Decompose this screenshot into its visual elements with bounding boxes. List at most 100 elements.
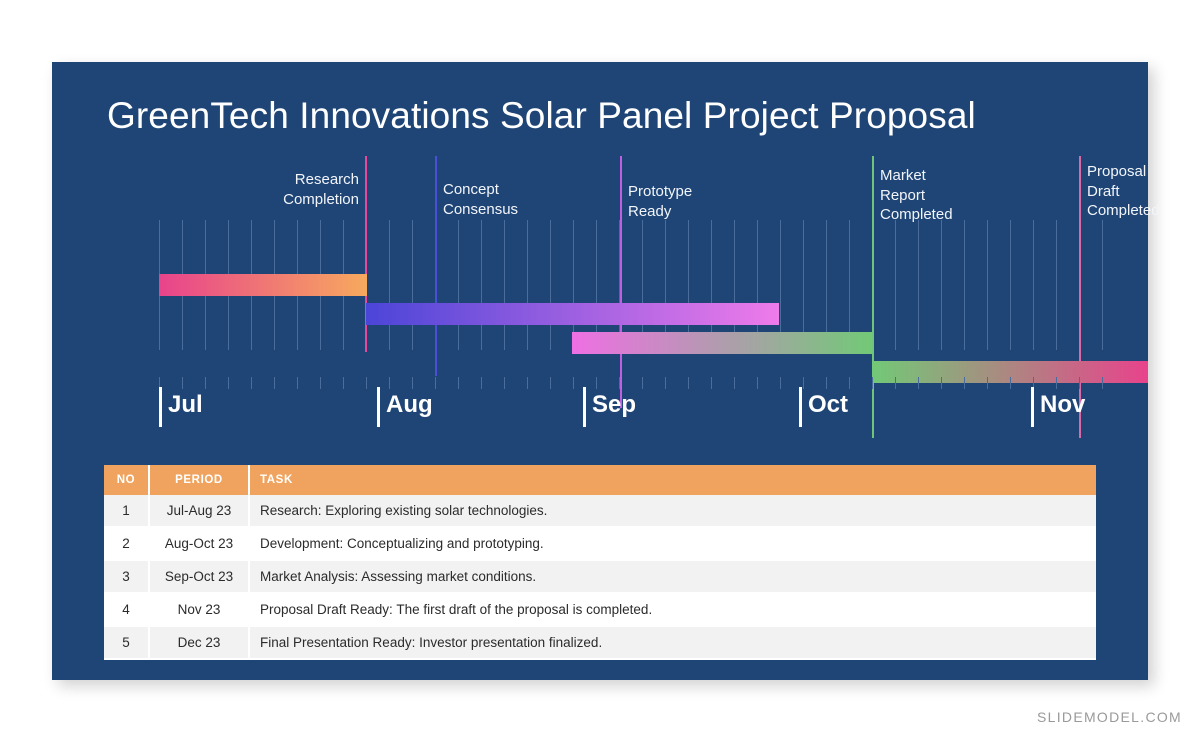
month-label: Nov — [1040, 391, 1085, 419]
month-marker — [159, 387, 162, 427]
axis-tick — [343, 377, 344, 389]
gridline — [757, 220, 758, 350]
axis-tick — [251, 377, 252, 389]
page-title: GreenTech Innovations Solar Panel Projec… — [107, 95, 976, 137]
cell-period: Aug-Oct 23 — [149, 527, 249, 560]
gridline — [987, 220, 988, 350]
milestone-line — [435, 156, 437, 376]
axis-tick — [918, 377, 919, 389]
axis-tick — [849, 377, 850, 389]
column-header-period: PERIOD — [149, 465, 249, 495]
table-row[interactable]: 2Aug-Oct 23Development: Conceptualizing … — [104, 527, 1096, 560]
axis-tick — [1010, 377, 1011, 389]
gridline — [803, 220, 804, 350]
axis-tick — [527, 377, 528, 389]
gridline — [642, 220, 643, 350]
axis-tick — [780, 377, 781, 389]
column-header-no: NO — [104, 465, 149, 495]
cell-task: Final Presentation Ready: Investor prese… — [249, 626, 1096, 659]
cell-task: Research: Exploring existing solar techn… — [249, 495, 1096, 527]
axis-tick — [619, 377, 620, 389]
cell-period: Nov 23 — [149, 593, 249, 626]
gantt-month-axis: JulAugSepOctNov — [107, 387, 1107, 435]
cell-period: Jul-Aug 23 — [149, 495, 249, 527]
gridline — [964, 220, 965, 350]
axis-tick — [987, 377, 988, 389]
gridline — [895, 220, 896, 350]
milestone-label: Concept Consensus — [443, 180, 593, 219]
cell-period: Sep-Oct 23 — [149, 560, 249, 593]
gridline — [1102, 220, 1103, 350]
cell-task: Development: Conceptualizing and prototy… — [249, 527, 1096, 560]
month-marker — [377, 387, 380, 427]
axis-tick — [1079, 377, 1080, 389]
gridline — [918, 220, 919, 350]
axis-tick — [412, 377, 413, 389]
axis-tick — [596, 377, 597, 389]
gridline — [711, 220, 712, 350]
gridline — [941, 220, 942, 350]
axis-tick — [734, 377, 735, 389]
table-row[interactable]: 3Sep-Oct 23Market Analysis: Assessing ma… — [104, 560, 1096, 593]
milestone-line — [620, 156, 622, 408]
axis-tick — [872, 377, 873, 389]
gantt-bar[interactable] — [572, 332, 872, 354]
table-header: NO PERIOD TASK — [104, 465, 1096, 495]
gridline — [504, 220, 505, 350]
gantt-bar[interactable] — [366, 303, 779, 325]
axis-tick — [320, 377, 321, 389]
axis-tick — [826, 377, 827, 389]
gridline — [1010, 220, 1011, 350]
gridline — [527, 220, 528, 350]
table-row[interactable]: 5Dec 23Final Presentation Ready: Investo… — [104, 626, 1096, 659]
axis-tick — [274, 377, 275, 389]
slide-panel: GreenTech Innovations Solar Panel Projec… — [52, 62, 1148, 680]
axis-tick — [481, 377, 482, 389]
task-table: NO PERIOD TASK 1Jul-Aug 23Research: Expl… — [104, 465, 1096, 660]
cell-no: 3 — [104, 560, 149, 593]
axis-tick — [297, 377, 298, 389]
axis-tick — [642, 377, 643, 389]
axis-tick — [757, 377, 758, 389]
month-marker — [583, 387, 586, 427]
axis-tick — [435, 377, 436, 389]
milestone-label: Proposal Draft Completed — [1087, 162, 1200, 221]
cell-period: Dec 23 — [149, 626, 249, 659]
milestone-label: Research Completion — [225, 170, 359, 209]
milestone-label: Prototype Ready — [628, 182, 778, 221]
gridline — [1056, 220, 1057, 350]
gridline — [458, 220, 459, 350]
axis-tick — [711, 377, 712, 389]
axis-tick — [228, 377, 229, 389]
gantt-bar[interactable] — [159, 274, 367, 296]
month-label: Oct — [808, 391, 848, 419]
footer-brand: SLIDEMODEL.COM — [1037, 709, 1182, 725]
axis-tick — [1102, 377, 1103, 389]
month-label: Jul — [168, 391, 203, 419]
cell-no: 5 — [104, 626, 149, 659]
axis-tick — [389, 377, 390, 389]
axis-tick — [895, 377, 896, 389]
axis-tick — [665, 377, 666, 389]
gridline — [826, 220, 827, 350]
axis-tick — [205, 377, 206, 389]
month-marker — [1031, 387, 1034, 427]
gridline — [573, 220, 574, 350]
gridline — [1033, 220, 1034, 350]
table-header-row: NO PERIOD TASK — [104, 465, 1096, 495]
axis-tick — [964, 377, 965, 389]
table-row[interactable]: 1Jul-Aug 23Research: Exploring existing … — [104, 495, 1096, 527]
cell-no: 4 — [104, 593, 149, 626]
axis-tick — [1056, 377, 1057, 389]
gridline — [688, 220, 689, 350]
axis-tick — [366, 377, 367, 389]
milestone-label: Market Report Completed — [880, 166, 1030, 225]
cell-task: Proposal Draft Ready: The first draft of… — [249, 593, 1096, 626]
table-body: 1Jul-Aug 23Research: Exploring existing … — [104, 495, 1096, 659]
gridline — [412, 220, 413, 350]
axis-tick — [803, 377, 804, 389]
gridline — [550, 220, 551, 350]
gridline — [734, 220, 735, 350]
table-row[interactable]: 4Nov 23Proposal Draft Ready: The first d… — [104, 593, 1096, 626]
axis-tick — [688, 377, 689, 389]
